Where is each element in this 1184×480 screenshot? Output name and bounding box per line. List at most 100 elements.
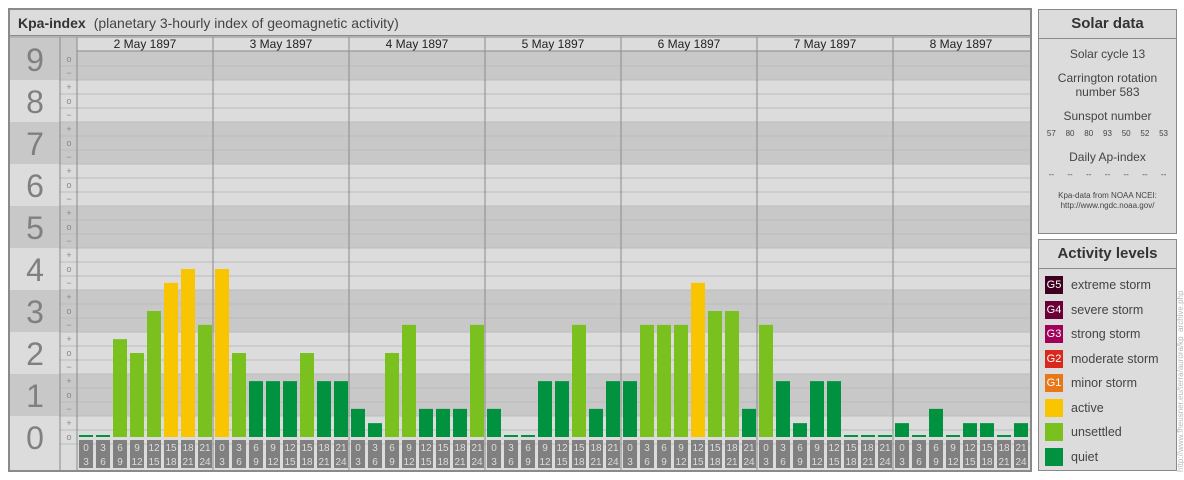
y-subtick: + <box>66 208 71 218</box>
interval-end: 24 <box>607 457 619 468</box>
solar-data-title: Solar data <box>1039 10 1176 39</box>
kp-bar-1- <box>419 408 433 437</box>
interval-end: 3 <box>627 457 633 468</box>
legend-swatch <box>1045 423 1063 442</box>
chart-subtitle: (planetary 3-hourly index of geomagnetic… <box>93 15 399 31</box>
interval-end: 12 <box>267 457 279 468</box>
kp-bar-3- <box>572 324 586 437</box>
kp-bar-3- <box>657 324 671 437</box>
interval-start: 21 <box>199 443 211 454</box>
kp-bar-3- <box>674 324 688 437</box>
kp-bar-1+ <box>810 381 824 437</box>
interval-start: 21 <box>879 443 891 454</box>
sunspot-value: 50 <box>1121 129 1131 138</box>
legend-swatch <box>1045 398 1063 417</box>
legend-label: minor storm <box>1071 376 1137 391</box>
interval-end: 24 <box>199 457 211 468</box>
y-subtick: − <box>66 236 71 246</box>
source-url: http://www.ngdc.noaa.gov/ <box>1060 201 1155 210</box>
interval-start: 6 <box>525 443 531 454</box>
y-subtick: + <box>66 334 71 344</box>
kp-index-page: 0 1 2 3 4 5 6 7 8 9 o + − o + − o + − o + − o + − o + − o + − o + − o + − o 2 … <box>0 0 1184 480</box>
interval-start: 21 <box>607 443 619 454</box>
kp-chart: 0123456789o+−o+−o+−o+−o+−o+−o+−o+−o+−o2 … <box>10 36 1030 470</box>
activity-levels-panel: Activity levels G5 extreme storm G4 severe … <box>1038 239 1177 471</box>
y-tick-label: 2 <box>26 336 44 372</box>
interval-start: 15 <box>709 443 721 454</box>
interval-start: 0 <box>355 443 361 454</box>
y-band-8 <box>77 80 1030 122</box>
ap-value: -- <box>1086 170 1092 179</box>
interval-end: 6 <box>916 457 922 468</box>
y-subtick: o <box>66 96 71 106</box>
interval-end: 9 <box>253 457 259 468</box>
y-subtick: + <box>66 376 71 386</box>
legend-item-unsettled: unsettled <box>1039 420 1176 445</box>
kp-bar-0o <box>912 435 926 437</box>
interval-end: 9 <box>117 457 123 468</box>
kp-bar-0+ <box>895 423 909 437</box>
interval-start: 15 <box>845 443 857 454</box>
interval-start: 3 <box>508 443 514 454</box>
interval-end: 6 <box>644 457 650 468</box>
interval-start: 15 <box>981 443 993 454</box>
interval-end: 9 <box>797 457 803 468</box>
legend-item-strong-storm: G3 strong storm <box>1039 322 1176 347</box>
interval-start: 0 <box>627 443 633 454</box>
legend-swatch: G2 <box>1045 349 1063 368</box>
interval-start: 18 <box>454 443 466 454</box>
interval-start: 0 <box>763 443 769 454</box>
legend-label: severe storm <box>1071 302 1144 317</box>
interval-start: 18 <box>998 443 1010 454</box>
y-subtick: − <box>66 362 71 372</box>
interval-end: 12 <box>131 457 143 468</box>
y-tick-label: 5 <box>26 210 44 246</box>
kp-bar-0+ <box>368 423 382 437</box>
interval-end: 24 <box>471 457 483 468</box>
interval-start: 6 <box>253 443 259 454</box>
kp-bar-1- <box>589 408 603 437</box>
kp-bar-2o <box>385 353 399 437</box>
y-subtick: − <box>66 152 71 162</box>
kp-bar-1+ <box>283 381 297 437</box>
y-subtick: o <box>66 54 71 64</box>
interval-start: 15 <box>573 443 585 454</box>
interval-start: 21 <box>743 443 755 454</box>
y-subtick: o <box>66 222 71 232</box>
interval-start: 12 <box>556 443 568 454</box>
interval-end: 9 <box>389 457 395 468</box>
interval-end: 12 <box>539 457 551 468</box>
carrington-line2: number 583 <box>1075 85 1140 99</box>
legend-label: strong storm <box>1071 327 1141 342</box>
interval-end: 21 <box>726 457 738 468</box>
interval-end: 18 <box>165 457 177 468</box>
legend-item-active: active <box>1039 396 1176 421</box>
legend-item-moderate-storm: G2 moderate storm <box>1039 347 1176 372</box>
kp-bar-3- <box>198 324 212 437</box>
y-band-6 <box>77 164 1030 206</box>
interval-start: 12 <box>148 443 160 454</box>
interval-end: 21 <box>182 457 194 468</box>
interval-end: 15 <box>964 457 976 468</box>
sunspot-value: 93 <box>1103 129 1112 138</box>
y-subtick: o <box>66 264 71 274</box>
interval-end: 15 <box>420 457 432 468</box>
legend-item-quiet: quiet <box>1039 445 1176 470</box>
kp-bar-0o <box>504 435 518 437</box>
y-band-5 <box>77 206 1030 248</box>
interval-start: 21 <box>335 443 347 454</box>
y-tick-label: 9 <box>26 42 44 78</box>
kp-bar-1+ <box>538 381 552 437</box>
interval-start: 18 <box>590 443 602 454</box>
kp-bar-0o <box>878 435 892 437</box>
interval-end: 12 <box>811 457 823 468</box>
kp-bar-1+ <box>317 381 331 437</box>
interval-end: 6 <box>780 457 786 468</box>
kp-bar-1+ <box>334 381 348 437</box>
kp-bar-0+ <box>963 423 977 437</box>
y-subtick: o <box>66 348 71 358</box>
interval-start: 3 <box>644 443 650 454</box>
legend-swatch <box>1045 447 1063 466</box>
interval-end: 15 <box>828 457 840 468</box>
sunspot-value: 53 <box>1159 129 1169 138</box>
